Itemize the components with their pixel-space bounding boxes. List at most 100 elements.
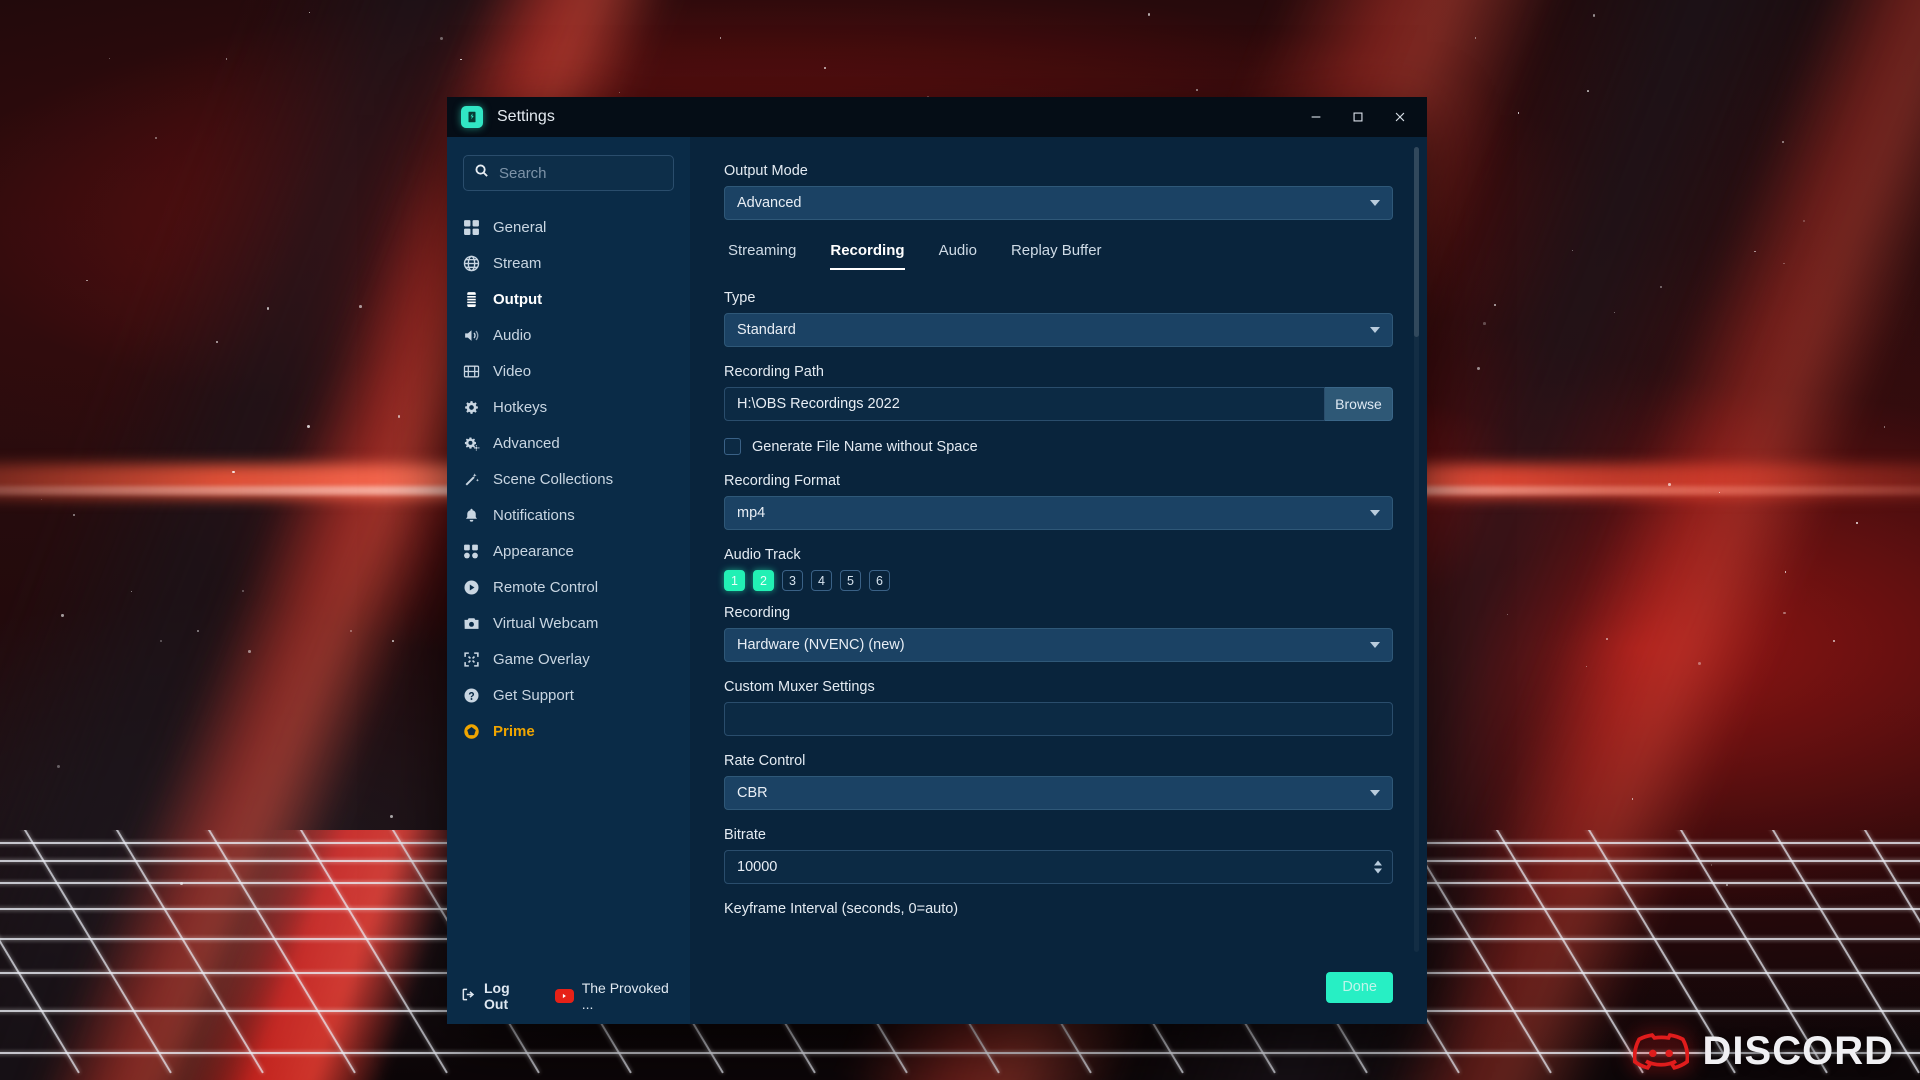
close-icon[interactable] <box>1379 99 1421 135</box>
type-field: Type Standard <box>724 290 1393 347</box>
sidebar-item-hotkeys[interactable]: Hotkeys <box>447 389 690 425</box>
sidebar-item-get-support[interactable]: Get Support <box>447 677 690 713</box>
output-mode-label: Output Mode <box>724 163 808 179</box>
grid-line-diagonal <box>1472 830 1644 1074</box>
sidebar-item-remote-control[interactable]: Remote Control <box>447 569 690 605</box>
discord-icon <box>1632 1030 1689 1074</box>
sidebar-item-label: Video <box>493 362 532 380</box>
custom-muxer-input[interactable] <box>724 702 1393 736</box>
output-mode-value: Advanced <box>737 195 802 211</box>
type-select[interactable]: Standard <box>724 313 1393 347</box>
maximize-icon[interactable] <box>1337 99 1379 135</box>
expand-icon <box>463 651 480 668</box>
logout-icon <box>461 987 476 1005</box>
sidebar-item-scene-collections[interactable]: Scene Collections <box>447 461 690 497</box>
custom-muxer-field: Custom Muxer Settings <box>724 679 1393 736</box>
output-mode-select[interactable]: Advanced <box>724 186 1393 220</box>
audio-track-button-5[interactable]: 5 <box>840 570 861 591</box>
account-chip[interactable]: The Provoked ... <box>554 980 676 1012</box>
sidebar-item-stream[interactable]: Stream <box>447 245 690 281</box>
minimize-icon[interactable] <box>1295 99 1337 135</box>
audio-track-field: Audio Track 123456 <box>724 547 1393 591</box>
sidebar-item-label: Notifications <box>493 506 575 524</box>
tab-audio[interactable]: Audio <box>939 242 977 270</box>
done-button[interactable]: Done <box>1326 971 1393 1003</box>
audio-track-label: Audio Track <box>724 547 801 563</box>
bitrate-input[interactable] <box>724 850 1393 884</box>
browse-button[interactable]: Browse <box>1325 387 1393 421</box>
generate-filename-label: Generate File Name without Space <box>752 438 978 455</box>
spinner-arrows-icon[interactable] <box>1374 860 1382 874</box>
log-out-label: Log Out <box>484 980 510 1012</box>
audio-track-button-1[interactable]: 1 <box>724 570 745 591</box>
sidebar-item-virtual-webcam[interactable]: Virtual Webcam <box>447 605 690 641</box>
log-out-button[interactable]: Log Out <box>461 980 533 1012</box>
discord-wordmark: DISCORD <box>1702 1029 1894 1073</box>
sidebar-item-prime[interactable]: Prime <box>447 713 690 749</box>
sidebar-item-label: Prime <box>493 722 535 740</box>
audio-track-button-3[interactable]: 3 <box>782 570 803 591</box>
chevron-down-icon <box>1370 327 1380 333</box>
recording-format-select[interactable]: mp4 <box>724 496 1393 530</box>
question-circle-icon <box>463 687 480 704</box>
title-bar: Settings <box>447 97 1427 137</box>
generate-filename-row[interactable]: Generate File Name without Space <box>724 438 1393 455</box>
dialog-footer: Done <box>690 962 1427 1024</box>
sidebar-item-game-overlay[interactable]: Game Overlay <box>447 641 690 677</box>
bell-icon <box>463 507 480 524</box>
search-container <box>447 137 690 197</box>
recording-format-value: mp4 <box>737 505 766 521</box>
recording-format-field: Recording Format mp4 <box>724 473 1393 530</box>
grid-line-diagonal <box>0 830 172 1074</box>
chevron-down-icon <box>1370 510 1380 516</box>
tab-recording[interactable]: Recording <box>830 242 905 270</box>
sidebar-item-advanced[interactable]: Advanced <box>447 425 690 461</box>
sidebar-item-audio[interactable]: Audio <box>447 317 690 353</box>
sidebar-item-general[interactable]: General <box>447 209 690 245</box>
sidebar-item-label: Scene Collections <box>493 470 614 488</box>
tab-replay-buffer[interactable]: Replay Buffer <box>1011 242 1102 270</box>
prime-icon <box>463 723 480 740</box>
output-mode-field: Output Mode Advanced <box>724 163 1393 220</box>
type-label: Type <box>724 290 756 306</box>
content-scrollbar-thumb[interactable] <box>1414 147 1419 337</box>
gear-icon <box>463 399 480 416</box>
bitrate-label: Bitrate <box>724 827 766 843</box>
sidebar-item-notifications[interactable]: Notifications <box>447 497 690 533</box>
settings-content: Output Mode Advanced Streaming Recording A… <box>690 137 1427 962</box>
streamlabs-icon <box>461 106 483 128</box>
bitrate-spinner <box>724 850 1393 884</box>
chevron-down-icon <box>1370 200 1380 206</box>
audio-track-button-2[interactable]: 2 <box>753 570 774 591</box>
generate-filename-checkbox[interactable] <box>724 438 741 455</box>
content-scrollbar[interactable] <box>1414 147 1419 952</box>
play-circle-icon <box>463 579 480 596</box>
film-icon <box>463 363 480 380</box>
recording-encoder-select[interactable]: Hardware (NVENC) (new) <box>724 628 1393 662</box>
output-icon <box>463 291 480 308</box>
audio-track-button-6[interactable]: 6 <box>869 570 890 591</box>
chevron-down-icon <box>1370 790 1380 796</box>
sidebar-item-label: Hotkeys <box>493 398 548 416</box>
sidebar-nav: General Stream Output Audio Video Hotkeys Adva… <box>447 197 690 968</box>
rate-control-field: Rate Control CBR <box>724 753 1393 810</box>
sidebar-item-appearance[interactable]: Appearance <box>447 533 690 569</box>
sidebar-footer: Log Out The Provoked ... <box>447 968 690 1024</box>
tab-streaming[interactable]: Streaming <box>728 242 796 270</box>
sidebar-item-label: General <box>493 218 547 236</box>
sidebar-item-label: Get Support <box>493 686 574 704</box>
sidebar-item-video[interactable]: Video <box>447 353 690 389</box>
search-box[interactable] <box>463 155 674 191</box>
rate-control-select[interactable]: CBR <box>724 776 1393 810</box>
sidebar-item-output[interactable]: Output <box>447 281 690 317</box>
sidebar-item-label: Audio <box>493 326 532 344</box>
background-discord-brand: DISCORD <box>1632 1029 1894 1074</box>
audio-track-button-4[interactable]: 4 <box>811 570 832 591</box>
recording-encoder-label: Recording <box>724 605 791 621</box>
camera-icon <box>463 615 480 632</box>
search-input[interactable] <box>499 164 663 182</box>
window-title: Settings <box>497 108 555 125</box>
recording-path-field: Recording Path Browse <box>724 364 1393 421</box>
recording-path-input[interactable] <box>724 387 1325 421</box>
settings-window: Settings Gene <box>447 97 1427 1024</box>
